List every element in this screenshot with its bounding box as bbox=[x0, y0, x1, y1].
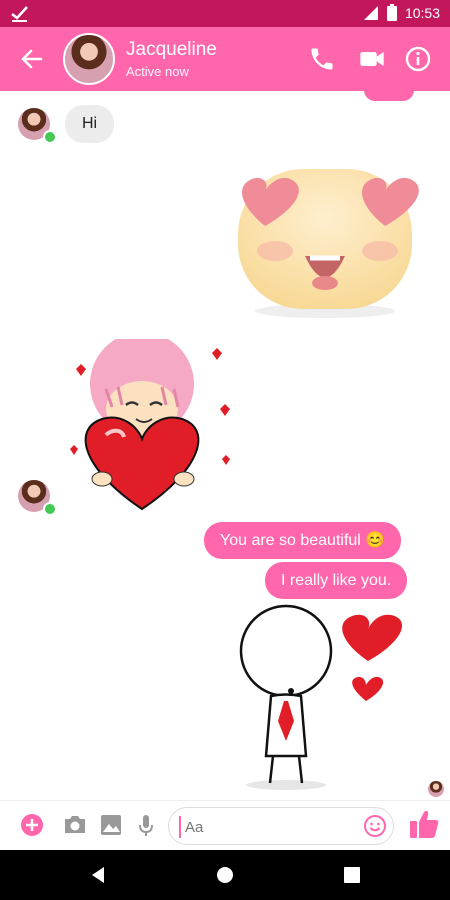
heart-eyes-emoji-sticker[interactable] bbox=[230, 161, 420, 321]
image-icon[interactable] bbox=[97, 811, 125, 839]
back-arrow-icon[interactable] bbox=[18, 45, 46, 73]
contact-name[interactable]: Jacqueline bbox=[126, 39, 217, 61]
info-icon[interactable] bbox=[404, 45, 432, 73]
home-nav-icon[interactable] bbox=[216, 866, 234, 884]
message-bubble-beautiful[interactable]: You are so beautiful 😊 bbox=[204, 522, 402, 559]
message-composer bbox=[0, 800, 450, 851]
message-input[interactable] bbox=[179, 816, 357, 838]
contact-avatar[interactable] bbox=[63, 33, 115, 85]
plus-icon[interactable] bbox=[18, 811, 46, 839]
recents-nav-icon[interactable] bbox=[343, 866, 361, 884]
emoji-icon[interactable] bbox=[363, 814, 387, 838]
clock: 10:53 bbox=[404, 4, 440, 21]
back-nav-icon[interactable] bbox=[89, 866, 107, 884]
check-notification-icon bbox=[11, 6, 28, 22]
message-input-container bbox=[168, 807, 394, 845]
video-camera-icon[interactable] bbox=[358, 45, 386, 73]
system-navigation-bar bbox=[0, 850, 450, 900]
like-thumb-icon[interactable] bbox=[407, 807, 441, 841]
phone-icon[interactable] bbox=[308, 45, 336, 73]
seen-avatar bbox=[428, 781, 444, 797]
message-bubble-partial bbox=[364, 91, 414, 101]
microphone-icon[interactable] bbox=[132, 811, 160, 839]
online-indicator bbox=[43, 130, 57, 144]
battery-icon bbox=[386, 4, 397, 21]
message-bubble-hi[interactable]: Hi bbox=[65, 105, 115, 143]
shy-figure-sticker[interactable] bbox=[226, 601, 416, 791]
signal-icon bbox=[363, 5, 378, 20]
online-indicator bbox=[43, 502, 57, 516]
girl-with-heart-sticker[interactable] bbox=[62, 339, 242, 519]
conversation-header: Jacqueline Active now bbox=[0, 27, 450, 91]
message-thread[interactable]: Hi You are so beautiful 😊 I really like … bbox=[0, 91, 450, 800]
status-bar: 10:53 bbox=[0, 0, 450, 27]
message-bubble-like[interactable]: I really like you. bbox=[265, 562, 408, 599]
camera-icon[interactable] bbox=[61, 811, 89, 839]
contact-status: Active now bbox=[126, 64, 189, 79]
